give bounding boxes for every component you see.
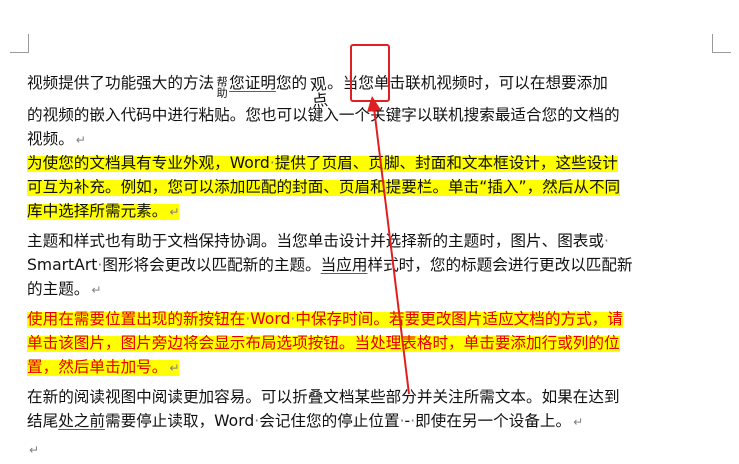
text-line[interactable]: 置，然后单击加号。 ↵ xyxy=(27,358,180,376)
space-mark: · xyxy=(603,232,609,250)
text-run: 视频提供了功能强大的方法 xyxy=(27,74,215,92)
text-run: 单击该图片，图片旁边将会显示布局选项按钮。当处理表格时，单击要添加行或列的位 xyxy=(27,334,620,352)
vertical-text: 帮助 xyxy=(215,76,229,98)
paragraph-p4[interactable]: 使用在需要位置出现的新按钮在·Word·中保存时间。若要更改图片适应文档的方式，… xyxy=(27,310,717,382)
text-run: 即使在另一个设备上。 xyxy=(415,412,572,430)
paragraph-mark-icon: ↵ xyxy=(29,443,40,457)
text-line[interactable]: 的视频的嵌入代码中进行粘贴。您也可以键入一个关键字以联机搜索最适合您的文档的 xyxy=(27,106,620,124)
text-run: 为使您的文档具有专业外观，Word xyxy=(27,154,270,172)
vertical-text: 观点 xyxy=(306,75,329,109)
paragraph-p3[interactable]: 主题和样式也有助于文档保持协调。当您单击设计并选择新的主题时，图片、图表或· Sm… xyxy=(27,232,717,304)
text-run: 库中选择所需元素。 xyxy=(27,202,168,220)
text-run: 图形将会更改以匹配新的主题。 xyxy=(102,256,321,274)
text-line[interactable]: 结尾处之前需要停止读取，Word·会记住您的停止位置·-·即使在另一个设备上。 ↵ xyxy=(27,412,584,430)
text-run: 使用在需要位置出现的新按钮在 xyxy=(27,310,246,328)
paragraph-mark-icon: ↵ xyxy=(573,415,584,429)
underlined-text: 您证明 xyxy=(229,74,276,92)
page-corner-mark-top-right xyxy=(712,34,731,53)
text-run: 视频。 xyxy=(27,130,74,148)
underlined-text: 当应用 xyxy=(320,256,368,274)
paragraph-mark-icon: ↵ xyxy=(75,133,86,147)
paragraph-mark-icon: ↵ xyxy=(91,283,102,297)
text-run: Word xyxy=(250,310,291,328)
text-run: 在新的阅读视图中阅读更加容易。可以折叠文档某些部分并关注所需文本。如果在达到 xyxy=(27,388,620,406)
text-run: 您的 xyxy=(275,74,308,92)
text-run: 主题和样式也有助于文档保持协调。当您单击设计并选择新的主题时，图片、图表或 xyxy=(27,232,604,250)
text-run: 样式时，您的标题会进行更改以匹配新 xyxy=(367,256,633,274)
text-run: 的视频的嵌入代码中进行粘贴。您也可以键入一个关键字以联机搜索最适合您的文档的 xyxy=(27,106,620,124)
text-run: 提供了页眉、页脚、封面和文本框设计，这些设计 xyxy=(274,154,618,172)
text-run: 置，然后单击加号。 xyxy=(27,358,168,376)
text-run: 结尾 xyxy=(27,412,59,430)
text-line[interactable]: 主题和样式也有助于文档保持协调。当您单击设计并选择新的主题时，图片、图表或· xyxy=(27,232,609,250)
text-line[interactable]: 视频。 ↵ xyxy=(27,130,86,148)
text-line[interactable]: 在新的阅读视图中阅读更加容易。可以折叠文档某些部分并关注所需文本。如果在达到 xyxy=(27,388,620,406)
text-line[interactable]: 单击该图片，图片旁边将会显示布局选项按钮。当处理表格时，单击要添加行或列的位 xyxy=(27,334,620,352)
text-line[interactable]: SmartArt·图形将会更改以匹配新的主题。当应用样式时，您的标题会进行更改以… xyxy=(27,256,633,274)
text-line[interactable]: 库中选择所需元素。 ↵ xyxy=(27,202,180,220)
underlined-text: 处之前 xyxy=(58,412,105,430)
text-line[interactable]: 视频提供了功能强大的方法帮助您证明您的观点。当您单击联机视频时，可以在想要添加 xyxy=(27,74,608,109)
paragraph-p6[interactable]: ↵ xyxy=(27,442,717,464)
text-line[interactable]: 使用在需要位置出现的新按钮在·Word·中保存时间。若要更改图片适应文档的方式，… xyxy=(27,310,623,328)
text-run: SmartArt xyxy=(27,256,98,274)
text-run: 可互为补充。例如，您可以添加匹配的封面、页眉和提要栏。单击“插入”，然后从不同 xyxy=(27,178,621,196)
paragraph-mark-icon: ↵ xyxy=(169,205,180,219)
text-line[interactable]: 可互为补充。例如，您可以添加匹配的封面、页眉和提要栏。单击“插入”，然后从不同 xyxy=(27,178,621,196)
text-run: 需要停止读取，Word xyxy=(105,412,255,430)
text-run: 中保存时间。若要更改图片适应文档的方式，请 xyxy=(295,310,623,328)
paragraph-p2[interactable]: 为使您的文档具有专业外观，Word·提供了页眉、页脚、封面和文本框设计，这些设计… xyxy=(27,154,717,226)
paragraph-p5[interactable]: 在新的阅读视图中阅读更加容易。可以折叠文档某些部分并关注所需文本。如果在达到 结尾… xyxy=(27,388,717,436)
text-line[interactable]: 的主题。 ↵ xyxy=(27,280,102,298)
page-corner-mark-top-left xyxy=(10,34,29,53)
text-line[interactable]: ↵ xyxy=(27,442,39,458)
text-run: 的主题。 xyxy=(27,280,90,298)
text-run: 会记住您的停止位置 xyxy=(259,412,400,430)
paragraph-mark-icon: ↵ xyxy=(169,361,180,375)
annotation-box xyxy=(350,44,390,102)
text-line[interactable]: 为使您的文档具有专业外观，Word·提供了页眉、页脚、封面和文本框设计，这些设计 xyxy=(27,154,618,172)
